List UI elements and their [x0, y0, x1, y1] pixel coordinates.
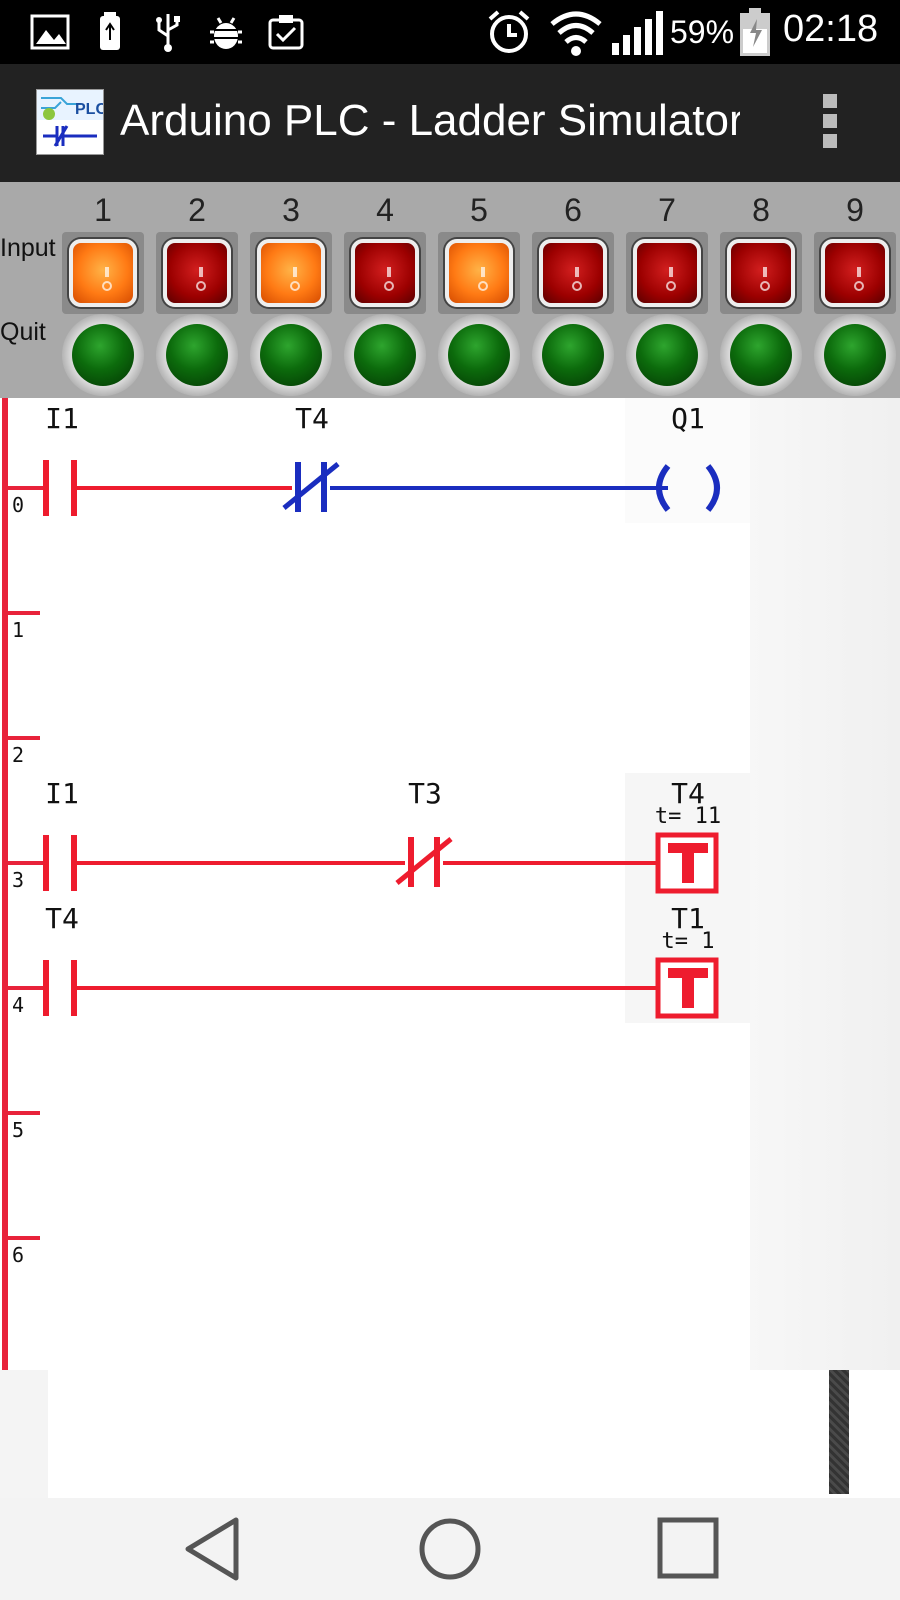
left-strip	[0, 1370, 48, 1498]
output-led-8	[720, 314, 802, 396]
channel-number: 2	[188, 192, 206, 228]
app-logo-icon: PLC	[36, 89, 107, 155]
timer-preset: t= 1	[662, 929, 715, 954]
usb-storage-icon	[100, 12, 120, 50]
rung-number: 4	[12, 993, 24, 1017]
gallery-icon	[30, 14, 70, 50]
channel-number: 8	[752, 192, 770, 228]
wifi-icon	[550, 11, 602, 56]
android-debug-icon	[210, 17, 242, 49]
contact-nc-symbol	[395, 837, 453, 885]
output-led-1	[62, 314, 144, 396]
scrollbar-thumb[interactable]	[829, 1370, 849, 1494]
recents-icon[interactable]	[648, 1514, 728, 1584]
ladder-side-panel	[750, 398, 900, 1370]
rung-number: 6	[12, 1243, 24, 1267]
app-title: Arduino PLC - Ladder Simulator	[120, 96, 740, 145]
channel-number: 1	[94, 192, 112, 228]
rung-number: 1	[12, 618, 24, 642]
battery-charging-icon	[740, 8, 770, 56]
output-led-5	[438, 314, 520, 396]
output-led-4	[344, 314, 426, 396]
signal-icon	[612, 11, 663, 55]
channel-number: 9	[846, 192, 864, 228]
input-switch-1[interactable]	[62, 232, 144, 314]
channel-number: 3	[282, 192, 300, 228]
contact-label: T3	[408, 777, 442, 810]
input-switch-3[interactable]	[250, 232, 332, 314]
usb-icon	[156, 14, 180, 52]
coil-label: Q1	[671, 402, 705, 435]
rung-number: 0	[12, 493, 24, 517]
input-switch-6[interactable]	[532, 232, 614, 314]
clock-time: 02:18	[783, 8, 879, 50]
output-led-3	[250, 314, 332, 396]
contact-nc-symbol	[282, 462, 340, 510]
output-led-2	[156, 314, 238, 396]
alarm-icon	[488, 10, 530, 53]
timer-preset: t= 11	[655, 804, 721, 829]
ladder-diagram[interactable]: 0 I1 T4 Q1 1 2 3 I1 T3 T4 t= 11 4 T4 T1 t= 156	[0, 398, 750, 1370]
status-bar: 59% 02:18	[0, 0, 900, 64]
battery-percent: 59%	[670, 14, 735, 50]
home-icon[interactable]	[410, 1514, 490, 1584]
ladder-canvas[interactable]: 0I1 T4 Q1123I1 T3 T4t= 114T4 T1t= 156	[0, 398, 750, 1370]
channel-number: 7	[658, 192, 676, 228]
rung-number: 3	[12, 868, 24, 892]
input-switch-7[interactable]	[626, 232, 708, 314]
input-switch-8[interactable]	[720, 232, 802, 314]
contact-label: T4	[45, 902, 79, 935]
svg-text:PLC: PLC	[75, 101, 103, 118]
contact-label: I1	[45, 777, 79, 810]
channel-number: 6	[564, 192, 582, 228]
rung-number: 5	[12, 1118, 24, 1142]
rung-number: 2	[12, 743, 24, 767]
channel-number: 5	[470, 192, 488, 228]
app-screen: 59% 02:18 PLC Arduino PLC - Ladder Simul…	[0, 0, 900, 1600]
output-led-7	[626, 314, 708, 396]
output-led-6	[532, 314, 614, 396]
bottom-area	[0, 1370, 900, 1498]
output-row-label: Quit	[0, 318, 46, 346]
channel-number: 4	[376, 192, 394, 228]
io-panel: Input Quit 1 2 3 4 5 6 7 8 9	[0, 182, 900, 398]
output-led-9	[814, 314, 896, 396]
contact-label: T4	[295, 402, 329, 435]
input-switch-5[interactable]	[438, 232, 520, 314]
input-switch-9[interactable]	[814, 232, 896, 314]
overflow-menu-icon[interactable]	[815, 94, 845, 152]
back-icon[interactable]	[174, 1514, 254, 1584]
input-row-label: Input	[0, 234, 56, 262]
action-bar: PLC Arduino PLC - Ladder Simulator	[0, 64, 900, 182]
contact-label: I1	[45, 402, 79, 435]
navigation-bar	[0, 1498, 900, 1600]
input-switch-2[interactable]	[156, 232, 238, 314]
input-switch-4[interactable]	[344, 232, 426, 314]
clipboard-check-icon	[268, 15, 304, 50]
